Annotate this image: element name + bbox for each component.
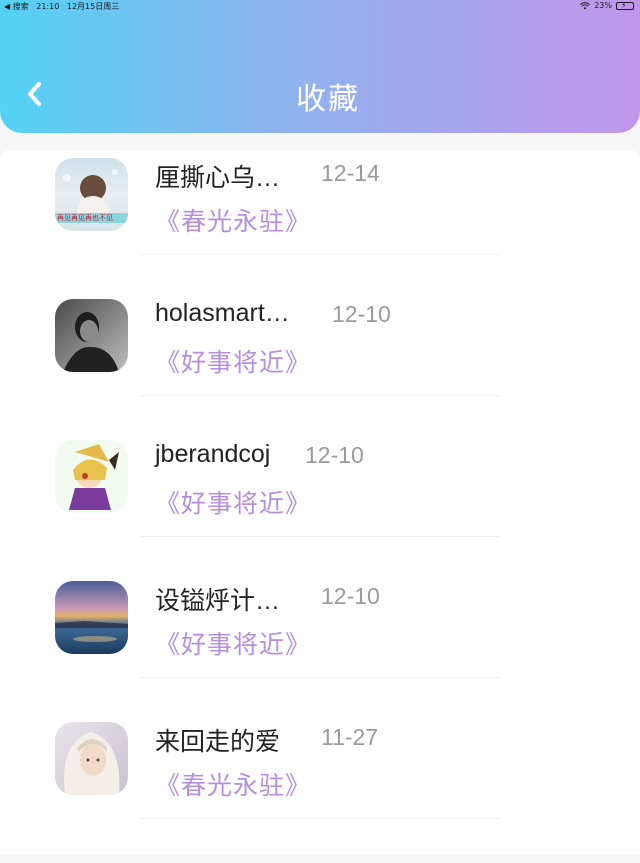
- username: 来回走的爱: [155, 728, 281, 756]
- favorite-date: 12-14: [321, 160, 380, 186]
- avatar: [55, 722, 128, 795]
- battery-percent: 23%: [594, 1, 612, 10]
- favorite-date: 12-10: [321, 583, 380, 609]
- song-title: 《春光永驻》: [155, 771, 312, 800]
- divider: [140, 395, 500, 396]
- favorite-date: 12-10: [305, 442, 364, 468]
- username: 厘撕心乌…: [155, 164, 281, 192]
- divider: [140, 677, 500, 678]
- favorite-date: 12-10: [332, 301, 391, 327]
- header-bar: ◀ 搜索 21:10 12月15日周三 23% ⚡ 收藏: [0, 0, 640, 133]
- divider: [140, 254, 500, 255]
- song-title: 《好事将近》: [155, 630, 312, 659]
- avatar: [55, 299, 128, 372]
- avatar-caption: 再见再见再也不见: [57, 214, 113, 222]
- favorite-item[interactable]: jberandcoj 12-10 《好事将近》: [0, 440, 640, 581]
- divider: [140, 818, 500, 819]
- avatar: [55, 440, 128, 513]
- favorite-date: 11-27: [321, 724, 379, 750]
- avatar: [55, 581, 128, 654]
- divider: [140, 536, 500, 537]
- page-title: 收藏: [296, 82, 360, 117]
- status-date: 12月15日周三: [66, 2, 120, 11]
- song-title: 《好事将近》: [155, 348, 312, 377]
- username: holasmart…: [155, 299, 290, 327]
- status-right: 23% ⚡: [580, 1, 634, 10]
- battery-charging-icon: ⚡: [616, 1, 634, 10]
- avatar: 再见再见再也不见: [55, 158, 128, 231]
- status-time: 21:10: [36, 2, 60, 11]
- song-title: 《春光永驻》: [155, 207, 312, 236]
- favorite-item[interactable]: holasmart… 12-10 《好事将近》: [0, 299, 640, 440]
- username: 设镒烀计…: [155, 587, 281, 615]
- song-title: 《好事将近》: [155, 489, 312, 518]
- username: jberandcoj: [155, 440, 271, 468]
- favorite-item[interactable]: 设镒烀计… 12-10 《好事将近》: [0, 581, 640, 722]
- back-to-app-link[interactable]: ◀ 搜索: [4, 2, 29, 11]
- favorite-item[interactable]: 来回走的爱 11-27 《春光永驻》: [0, 722, 640, 863]
- favorite-item[interactable]: 再见再见再也不见 厘撕心乌… 12-14 《春光永驻》: [0, 158, 640, 299]
- status-left: ◀ 搜索 21:10 12月15日周三: [4, 1, 124, 12]
- status-bar: ◀ 搜索 21:10 12月15日周三 23% ⚡: [0, 0, 640, 14]
- favorites-list: 再见再见再也不见 厘撕心乌… 12-14 《春光永驻》 holasmart… 1…: [0, 150, 640, 854]
- wifi-icon: [580, 1, 591, 9]
